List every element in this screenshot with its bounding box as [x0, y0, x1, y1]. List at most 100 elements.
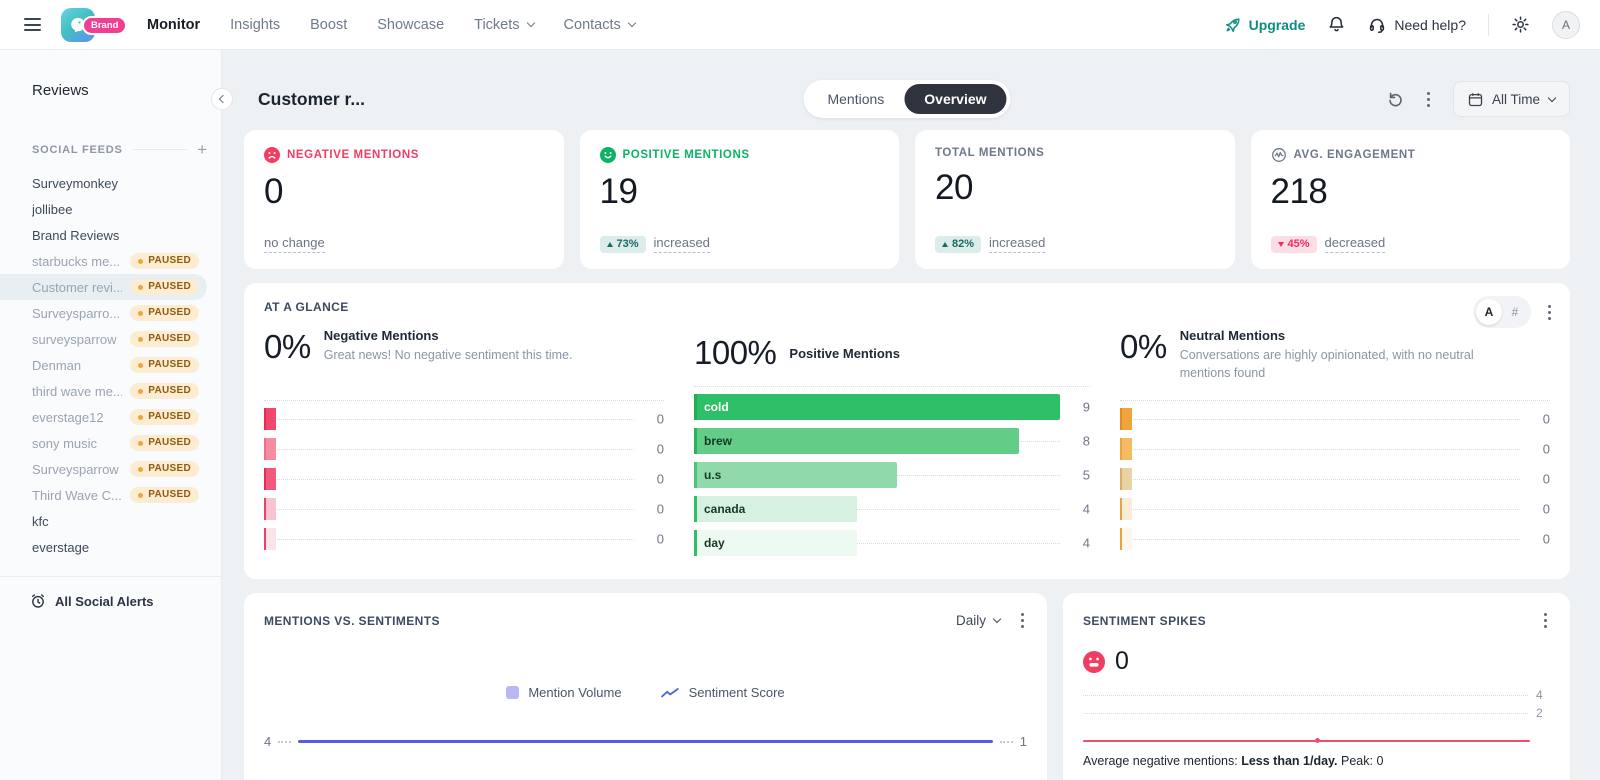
nav-item-boost[interactable]: Boost — [310, 17, 347, 33]
caption-prefix: Average negative mentions: — [1083, 754, 1241, 768]
notifications-bell-icon[interactable] — [1327, 15, 1346, 34]
user-avatar[interactable]: A — [1552, 11, 1580, 39]
change-label[interactable]: no change — [264, 235, 325, 253]
bar-track — [264, 498, 634, 520]
legend-mention-volume[interactable]: Mention Volume — [506, 685, 621, 700]
negative-bar[interactable] — [264, 498, 276, 520]
sidebar-item-denman[interactable]: DenmanPAUSED — [0, 352, 221, 378]
tab-overview[interactable]: Overview — [904, 84, 1006, 114]
neutral-bar[interactable] — [1120, 468, 1132, 490]
neutral-bar[interactable] — [1120, 498, 1132, 520]
sidebar-item-surveysparrow[interactable]: SurveysparrowPAUSED — [0, 456, 221, 482]
add-feed-button[interactable]: + — [197, 141, 207, 158]
paused-badge: PAUSED — [130, 383, 199, 399]
neutral-heading: Neutral Mentions — [1180, 328, 1490, 343]
spike-value-row: 0 — [1083, 647, 1550, 676]
stat-label-text: POSITIVE MENTIONS — [623, 149, 750, 161]
upgrade-label: Upgrade — [1249, 17, 1306, 33]
bar-track — [264, 528, 634, 550]
glance-kebab-menu-icon[interactable] — [1545, 302, 1554, 323]
negative-heading: Negative Mentions — [324, 328, 573, 343]
sidebar-item-surveysparro[interactable]: Surveysparro...PAUSED — [0, 300, 221, 326]
upgrade-button[interactable]: Upgrade — [1224, 16, 1306, 33]
bar-day[interactable]: day — [694, 530, 857, 556]
sidebar-item-third-wave-c[interactable]: Third Wave C...PAUSED — [0, 482, 221, 508]
negative-bar-row: 0 — [264, 494, 664, 524]
delta-badge: 82% — [935, 236, 981, 253]
triangle-down-icon — [1278, 242, 1284, 247]
ytick-4: 4 — [1536, 688, 1550, 702]
sentiment-score-line-icon — [660, 687, 680, 699]
settings-gear-icon[interactable] — [1511, 15, 1530, 34]
sidebar-item-jollibee[interactable]: jollibee — [0, 196, 221, 222]
neutral-mentions-chart: 00000 — [1120, 400, 1550, 554]
negative-mentions-chart: 00000 — [264, 400, 664, 554]
nav-item-insights[interactable]: Insights — [230, 17, 280, 33]
spikes-kebab-menu-icon[interactable] — [1541, 610, 1550, 631]
gridline — [1083, 695, 1528, 696]
bar-u-s[interactable]: u.s — [694, 462, 897, 488]
bar-cold[interactable]: cold — [694, 394, 1060, 420]
neutral-bar[interactable] — [1120, 438, 1132, 460]
neutral-bar[interactable] — [1120, 408, 1132, 430]
mentions-line-chart[interactable]: 4 1 — [264, 734, 1027, 749]
main-content: Customer r... Mentions Overview All Time… — [223, 50, 1600, 780]
sidebar-item-label: everstage12 — [32, 410, 104, 425]
paused-badge: PAUSED — [130, 487, 199, 503]
time-filter-dropdown[interactable]: All Time — [1453, 81, 1570, 117]
stat-change-row: 82% increased — [935, 235, 1215, 253]
mentions-kebab-menu-icon[interactable] — [1018, 610, 1027, 631]
sidebar-collapse-button[interactable] — [211, 88, 233, 110]
sidebar-item-everstage[interactable]: everstage — [0, 534, 221, 560]
legend-sentiment-score[interactable]: Sentiment Score — [660, 685, 785, 700]
nav-item-contacts[interactable]: Contacts — [564, 17, 635, 33]
app-logo[interactable]: Brand — [61, 8, 119, 42]
sidebar-item-surveysparrow[interactable]: surveysparrowPAUSED — [0, 326, 221, 352]
toggle-alpha[interactable]: A — [1476, 299, 1502, 325]
paused-badge: PAUSED — [130, 435, 199, 451]
bar-canada[interactable]: canada — [694, 496, 857, 522]
change-label[interactable]: decreased — [1325, 235, 1386, 253]
spikes-chart[interactable]: 4 2 — [1083, 686, 1550, 742]
neutral-bar-row: 0 — [1120, 404, 1550, 434]
change-label[interactable]: increased — [654, 235, 710, 253]
sidebar-item-customer-revi[interactable]: Customer revi...PAUSED — [0, 274, 207, 300]
paused-badge: PAUSED — [130, 305, 199, 321]
sidebar-item-sony-music[interactable]: sony musicPAUSED — [0, 430, 221, 456]
header-kebab-menu-icon[interactable] — [1424, 89, 1433, 110]
paused-dot-icon — [138, 493, 143, 498]
period-dropdown[interactable]: Daily — [956, 613, 1000, 628]
paused-dot-icon — [138, 467, 143, 472]
tab-mentions[interactable]: Mentions — [807, 84, 904, 114]
sidebar-item-kfc[interactable]: kfc — [0, 508, 221, 534]
nav-item-tickets[interactable]: Tickets — [474, 17, 533, 33]
neutral-bar[interactable] — [1120, 528, 1132, 550]
negative-bar[interactable] — [264, 438, 276, 460]
sidebar-item-starbucks-me[interactable]: starbucks me...PAUSED — [0, 248, 221, 274]
sidebar-item-surveymonkey[interactable]: Surveymonkey — [0, 170, 221, 196]
nav-item-monitor[interactable]: Monitor — [147, 17, 200, 33]
sidebar-item-third-wave-me[interactable]: third wave me...PAUSED — [0, 378, 221, 404]
negative-bar[interactable] — [264, 528, 276, 550]
hamburger-menu-icon[interactable] — [20, 14, 45, 35]
need-help-button[interactable]: Need help? — [1368, 16, 1466, 34]
negative-bar[interactable] — [264, 468, 276, 490]
bar-brew[interactable]: brew — [694, 428, 1019, 454]
paused-dot-icon — [138, 259, 143, 264]
negative-bar[interactable] — [264, 408, 276, 430]
avatar-initial: A — [1562, 18, 1570, 32]
spikes-line — [1083, 740, 1530, 742]
nav-item-showcase[interactable]: Showcase — [377, 17, 444, 33]
stat-value: 19 — [600, 172, 880, 212]
paused-label: PAUSED — [148, 438, 191, 448]
toggle-hash[interactable]: # — [1502, 299, 1528, 325]
delta-value: 45% — [1288, 239, 1310, 250]
change-label[interactable]: increased — [989, 235, 1045, 253]
sidebar-item-everstage12[interactable]: everstage12PAUSED — [0, 404, 221, 430]
all-social-alerts-link[interactable]: All Social Alerts — [30, 593, 221, 609]
refresh-icon[interactable] — [1386, 90, 1404, 108]
negative-bar-row: 0 — [264, 524, 664, 554]
divider — [0, 576, 221, 577]
neutral-bar-row: 0 — [1120, 464, 1550, 494]
sidebar-item-brand-reviews[interactable]: Brand Reviews — [0, 222, 221, 248]
